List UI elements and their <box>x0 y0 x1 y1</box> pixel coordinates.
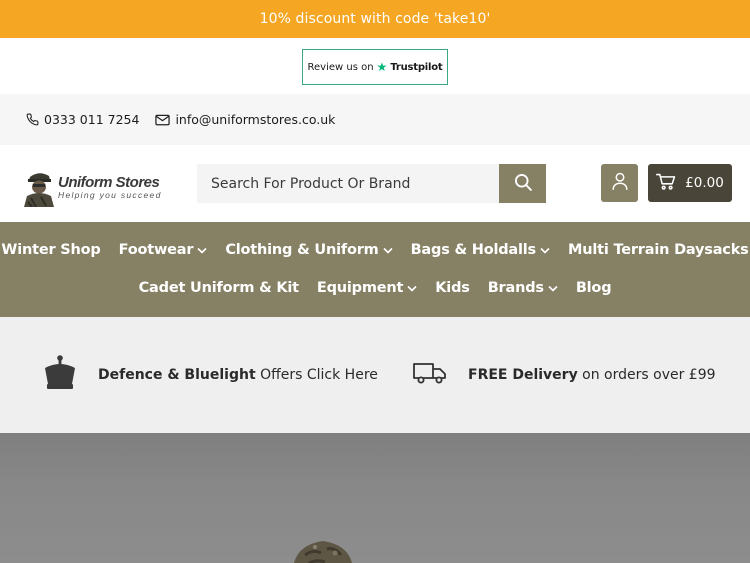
account-button[interactable] <box>601 164 638 202</box>
nav-item-clothing-uniform[interactable]: Clothing & Uniform <box>225 242 393 258</box>
promo-text: 10% discount with code 'take10' <box>259 11 491 27</box>
nav-row-primary: Winter Shop Footwear Clothing & Uniform … <box>0 240 750 260</box>
free-delivery-info: FREE Delivery on orders over £99 <box>412 355 716 395</box>
delivery-offer-title: FREE Delivery <box>468 367 578 383</box>
nav-item-winter-shop[interactable]: Winter Shop <box>1 242 100 258</box>
nav-item-equipment[interactable]: Equipment <box>317 280 417 296</box>
email-link[interactable]: info@uniformstores.co.uk <box>155 112 335 127</box>
site-header: Uniform Stores Helping you succeed £0.00 <box>0 145 750 222</box>
cart-button[interactable]: £0.00 <box>648 164 732 202</box>
user-icon <box>611 171 629 195</box>
delivery-truck-icon <box>412 361 448 389</box>
logo-title: Uniform Stores <box>58 173 160 191</box>
email-address: info@uniformstores.co.uk <box>175 112 336 127</box>
promo-bar: 10% discount with code 'take10' <box>0 0 750 38</box>
chevron-down-icon <box>407 285 417 292</box>
soldier-logo-icon <box>22 167 56 208</box>
search-input[interactable] <box>197 164 499 203</box>
defence-offer-text: Offers Click Here <box>255 367 378 383</box>
nav-item-footwear[interactable]: Footwear <box>119 242 208 258</box>
nav-item-bags-holdalls[interactable]: Bags & Holdalls <box>411 242 550 258</box>
crown-icon <box>42 354 78 396</box>
chevron-down-icon <box>197 247 207 254</box>
main-navigation: Winter Shop Footwear Clothing & Uniform … <box>0 222 750 317</box>
phone-number: 0333 011 7254 <box>44 112 140 127</box>
phone-icon <box>26 113 39 126</box>
trustpilot-review-link[interactable]: Review us on ★ Trustpilot <box>302 49 448 85</box>
chevron-down-icon <box>548 285 558 292</box>
nav-item-cadet-uniform-kit[interactable]: Cadet Uniform & Kit <box>139 280 299 296</box>
defence-bluelight-offer-link[interactable]: Defence & Bluelight Offers Click Here <box>42 355 378 395</box>
envelope-icon <box>155 114 171 126</box>
cart-total: £0.00 <box>685 175 724 191</box>
site-logo[interactable]: Uniform Stores Helping you succeed <box>22 167 174 208</box>
nav-item-brands[interactable]: Brands <box>488 280 558 296</box>
defence-offer-title: Defence & Bluelight <box>98 367 256 383</box>
nav-row-secondary: Cadet Uniform & Kit Equipment Kids Brand… <box>0 278 750 298</box>
nav-item-label: Bags & Holdalls <box>410 242 537 258</box>
nav-item-label: Clothing & Uniform <box>225 242 379 258</box>
nav-item-label: Kids <box>435 280 470 296</box>
hero-banner-image <box>0 433 750 563</box>
chevron-down-icon <box>540 247 550 254</box>
nav-item-label: Blog <box>575 280 612 296</box>
contact-bar: 0333 011 7254 info@uniformstores.co.uk <box>0 94 750 145</box>
chevron-down-icon <box>383 247 393 254</box>
trustpilot-row: Review us on ★ Trustpilot <box>0 38 750 94</box>
offers-strip: Defence & Bluelight Offers Click Here FR… <box>0 317 750 433</box>
soldier-boonie-hat-image <box>294 541 352 563</box>
nav-item-label: Brands <box>487 280 544 296</box>
nav-item-label: Equipment <box>316 280 404 296</box>
nav-item-label: Cadet Uniform & Kit <box>138 280 299 296</box>
trustpilot-prefix: Review us on <box>307 61 374 73</box>
nav-item-label: Multi Terrain Daysacks <box>567 242 749 258</box>
trustpilot-star-icon: ★ <box>376 60 388 74</box>
logo-tagline: Helping you succeed <box>58 189 162 200</box>
nav-item-label: Winter Shop <box>1 242 101 258</box>
trustpilot-brand: Trustpilot <box>390 61 443 73</box>
nav-item-label: Footwear <box>118 242 194 258</box>
search-button[interactable] <box>499 164 546 203</box>
phone-link[interactable]: 0333 011 7254 <box>26 112 139 127</box>
nav-item-multi-terrain-daysacks[interactable]: Multi Terrain Daysacks <box>568 242 749 258</box>
search-icon <box>513 172 533 196</box>
shopping-cart-icon <box>656 173 676 194</box>
delivery-offer-text: on orders over £99 <box>577 367 716 383</box>
nav-item-blog[interactable]: Blog <box>576 280 612 296</box>
nav-item-kids[interactable]: Kids <box>435 280 470 296</box>
